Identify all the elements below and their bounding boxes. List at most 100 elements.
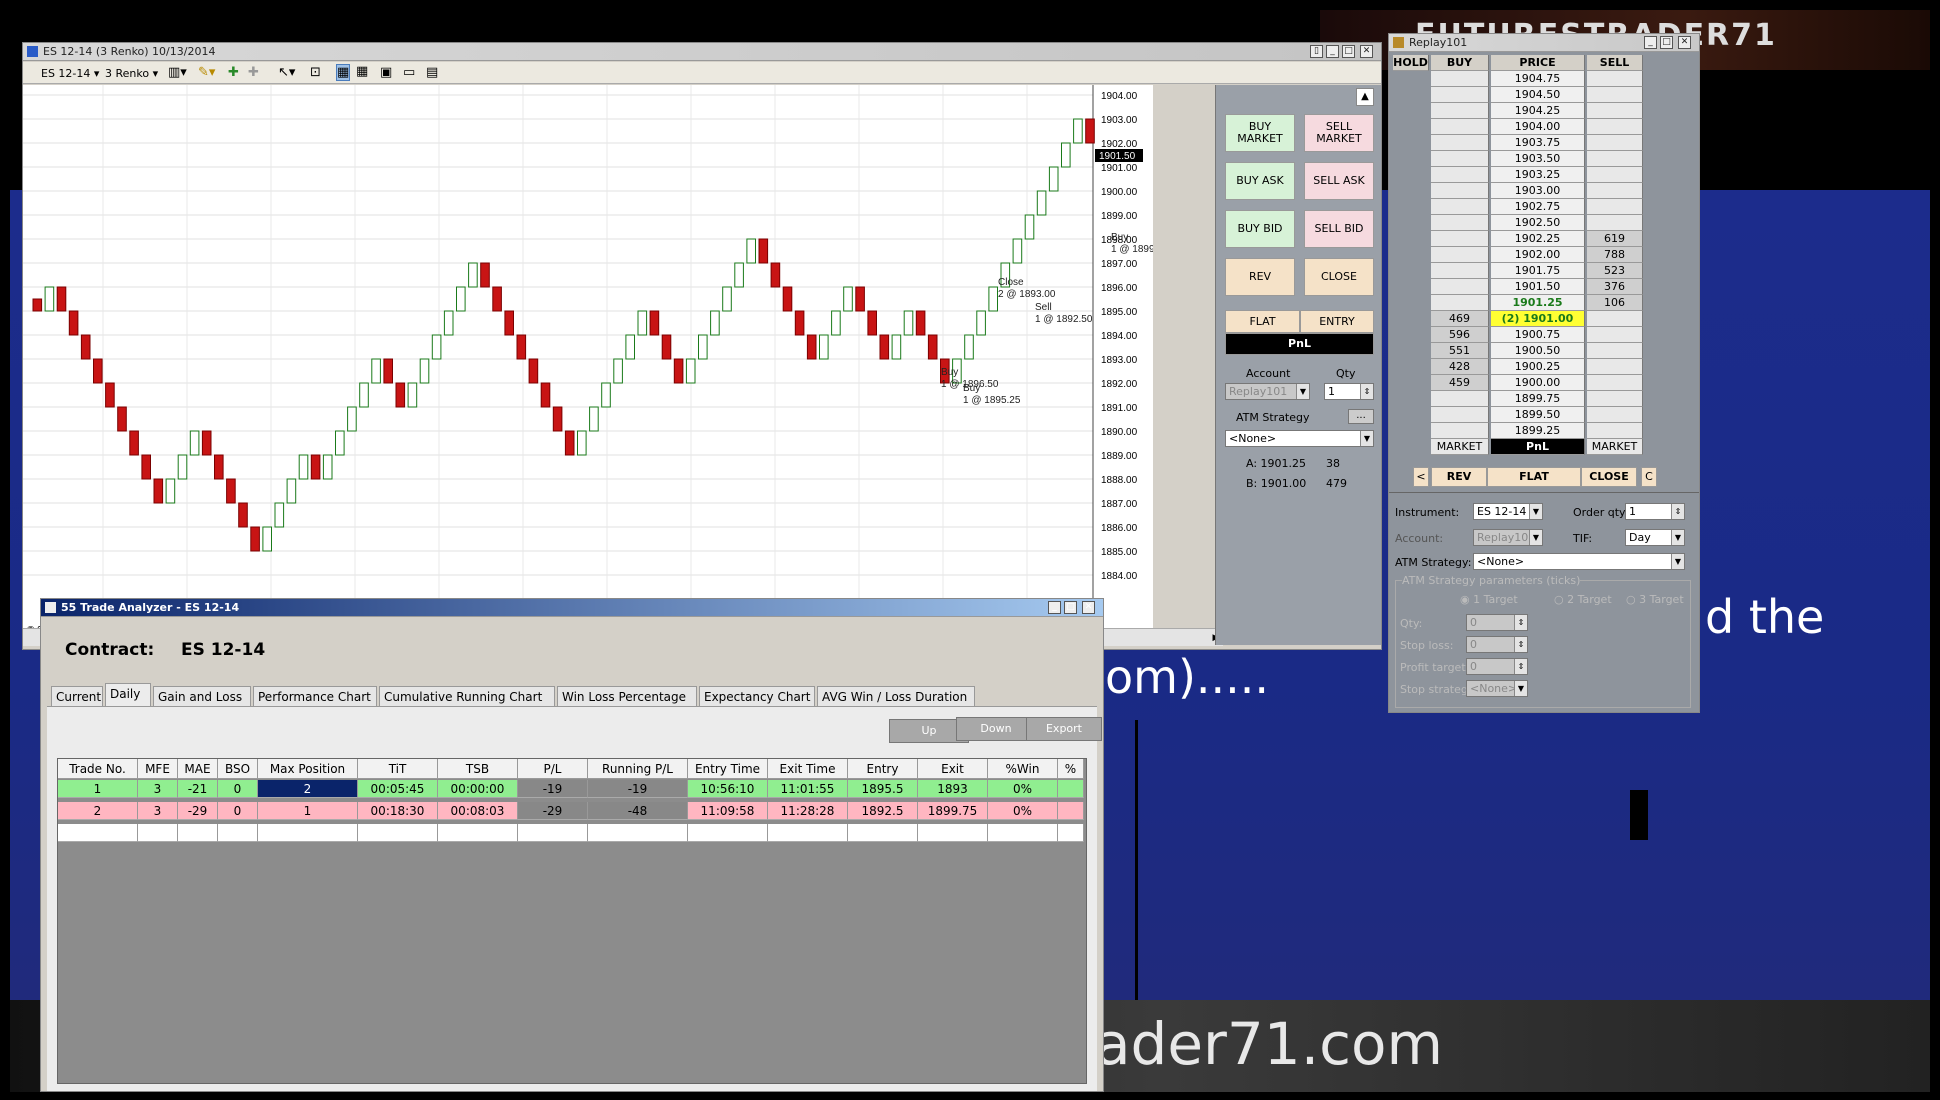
tab-current[interactable]: Current: [51, 686, 103, 706]
dom-buy-cell[interactable]: 596: [1431, 327, 1489, 343]
dom-buy-cell[interactable]: [1431, 103, 1489, 119]
dom-sell-cell[interactable]: [1587, 215, 1643, 231]
dom-price-cell[interactable]: 1902.75: [1491, 199, 1585, 215]
dom-hold-cell[interactable]: [1393, 359, 1429, 375]
maximize-button[interactable]: □: [1660, 36, 1673, 49]
tab-win-loss-percentage[interactable]: Win Loss Percentage: [557, 686, 697, 706]
order-qty-stepper[interactable]: 1 ⇕: [1625, 503, 1685, 520]
strategy-icon[interactable]: ✚: [248, 65, 259, 80]
table-cell[interactable]: 1: [58, 780, 138, 798]
dom-buy-cell[interactable]: 428: [1431, 359, 1489, 375]
sell-bid-button[interactable]: SELL BID: [1304, 210, 1374, 248]
atm-strategy-select[interactable]: <None> ▼: [1473, 553, 1685, 570]
dom-hold-cell[interactable]: [1393, 183, 1429, 199]
table-cell[interactable]: 2: [258, 780, 358, 798]
tab-avg-win-loss-duration[interactable]: AVG Win / Loss Duration: [817, 686, 975, 706]
dom-sell-cell[interactable]: [1587, 183, 1643, 199]
dom-hold-cell[interactable]: [1393, 295, 1429, 311]
table-cell[interactable]: -29: [518, 802, 588, 820]
dom-price-cell[interactable]: (2) 1901.00: [1491, 311, 1585, 327]
column-header[interactable]: TiT: [358, 759, 438, 779]
dom-sell-cell[interactable]: [1587, 391, 1643, 407]
dom-sell-cell[interactable]: [1587, 151, 1643, 167]
chart-window-titlebar[interactable]: ES 12-14 (3 Renko) 10/13/2014 ▯ _ □ ✕: [23, 43, 1381, 61]
tab-cumulative-running-chart[interactable]: Cumulative Running Chart: [379, 686, 555, 706]
dom-buy-cell[interactable]: [1431, 247, 1489, 263]
dom-reverse-button[interactable]: REV: [1431, 467, 1487, 487]
dom-price-cell[interactable]: 1900.50: [1491, 343, 1585, 359]
column-header[interactable]: MAE: [178, 759, 218, 779]
dom-buy-cell[interactable]: [1431, 295, 1489, 311]
dom-buy-cell[interactable]: [1431, 215, 1489, 231]
cursor-icon[interactable]: ↖▾: [278, 65, 295, 80]
down-button[interactable]: Down: [956, 717, 1036, 741]
dom-price-cell[interactable]: 1900.00: [1491, 375, 1585, 391]
dom-buy-cell[interactable]: [1431, 423, 1489, 439]
table-cell[interactable]: 1893: [918, 780, 988, 798]
dom-sell-cell[interactable]: 523: [1587, 263, 1643, 279]
dom-price-cell[interactable]: 1900.25: [1491, 359, 1585, 375]
bar-style-icon[interactable]: ▥▾: [168, 65, 187, 80]
table-cell[interactable]: 3: [138, 802, 178, 820]
column-header[interactable]: Max Position: [258, 759, 358, 779]
chevron-down-icon[interactable]: ▼: [1671, 554, 1684, 569]
table-cell[interactable]: 1: [258, 802, 358, 820]
dom-sell-cell[interactable]: 376: [1587, 279, 1643, 295]
layout-icon[interactable]: ▤: [426, 65, 438, 80]
empty-row-cell[interactable]: [848, 824, 918, 842]
dom-flat-button[interactable]: FLAT: [1487, 467, 1581, 487]
stop-strategy-select[interactable]: <None> ▼: [1466, 680, 1528, 697]
empty-row-cell[interactable]: [688, 824, 768, 842]
tab-expectancy-chart[interactable]: Expectancy Chart: [699, 686, 815, 706]
dom-sell-cell[interactable]: 106: [1587, 295, 1643, 311]
dom-hold-cell[interactable]: [1393, 167, 1429, 183]
dom-buy-cell[interactable]: [1431, 279, 1489, 295]
data-box-icon[interactable]: ▦: [336, 64, 351, 81]
minimize-button[interactable]: _: [1048, 601, 1061, 614]
table-cell[interactable]: 0: [218, 802, 258, 820]
chevron-down-icon[interactable]: ▼: [1360, 431, 1373, 446]
dom-buy-cell[interactable]: 459: [1431, 375, 1489, 391]
close-button[interactable]: ✕: [1082, 601, 1095, 614]
instrument-select[interactable]: ES 12-14 ▼: [1473, 503, 1543, 520]
stop-loss-stepper[interactable]: 0 ⇕: [1466, 636, 1528, 653]
dom-hold-cell[interactable]: [1393, 343, 1429, 359]
table-cell[interactable]: 1895.5: [848, 780, 918, 798]
column-header[interactable]: Exit: [918, 759, 988, 779]
sell-market-button[interactable]: SELL MARKET: [1304, 114, 1374, 152]
bar-type-selector[interactable]: 3 Renko ▾: [105, 67, 158, 80]
instrument-selector[interactable]: ES 12-14 ▾: [41, 67, 99, 80]
table-cell[interactable]: -48: [588, 802, 688, 820]
dom-left-button[interactable]: <: [1413, 467, 1429, 487]
dom-price-cell[interactable]: 1904.50: [1491, 87, 1585, 103]
dom-price-cell[interactable]: 1901.50: [1491, 279, 1585, 295]
spin-icon[interactable]: ⇕: [1360, 384, 1373, 399]
renko-chart[interactable]: 1904.00 1903.00 1902.00 1901.00 1900.00 1899.…: [23, 85, 1169, 640]
buy-bid-button[interactable]: BUY BID: [1225, 210, 1295, 248]
account-select[interactable]: Replay101 ▼: [1473, 529, 1543, 546]
column-header[interactable]: Exit Time: [768, 759, 848, 779]
dom-hold-cell[interactable]: [1393, 215, 1429, 231]
column-header[interactable]: Entry Time: [688, 759, 768, 779]
column-header[interactable]: Trade No.: [58, 759, 138, 779]
sell-ask-button[interactable]: SELL ASK: [1304, 162, 1374, 200]
dom-hold-cell[interactable]: [1393, 231, 1429, 247]
chevron-down-icon[interactable]: ▼: [1529, 504, 1542, 519]
dom-price-cell[interactable]: 1899.25: [1491, 423, 1585, 439]
empty-row-cell[interactable]: [588, 824, 688, 842]
column-header[interactable]: MFE: [138, 759, 178, 779]
maximize-button[interactable]: □: [1064, 601, 1077, 614]
dom-price-cell[interactable]: 1904.25: [1491, 103, 1585, 119]
empty-row-cell[interactable]: [258, 824, 358, 842]
dom-buy-cell[interactable]: [1431, 87, 1489, 103]
dom-buy-cell[interactable]: [1431, 199, 1489, 215]
dom-hold-cell[interactable]: [1393, 151, 1429, 167]
dom-sell-cell[interactable]: [1587, 135, 1643, 151]
table-cell[interactable]: -21: [178, 780, 218, 798]
empty-row-cell[interactable]: [358, 824, 438, 842]
dom-hold-cell[interactable]: [1393, 71, 1429, 87]
dom-price-cell[interactable]: 1899.75: [1491, 391, 1585, 407]
dom-sell-cell[interactable]: [1587, 87, 1643, 103]
table-cell[interactable]: 00:08:03: [438, 802, 518, 820]
spin-icon[interactable]: ⇕: [1514, 659, 1527, 674]
